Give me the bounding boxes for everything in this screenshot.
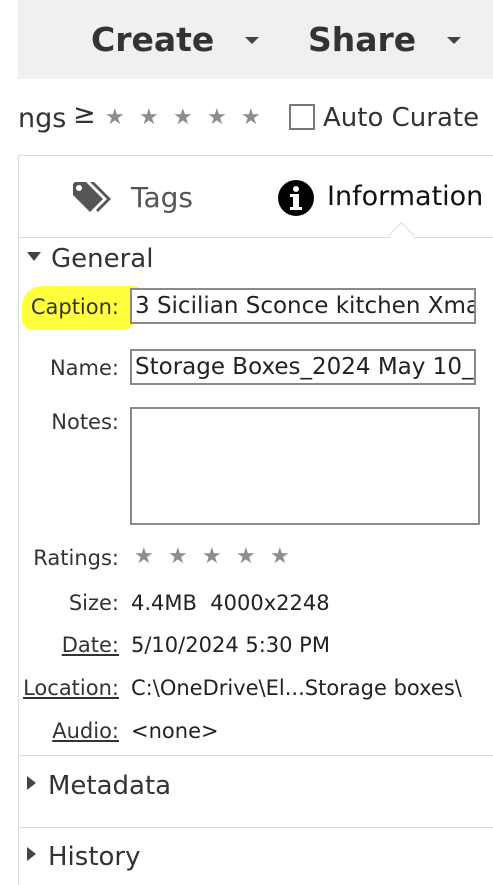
section-metadata-title: Metadata — [48, 771, 172, 801]
section-metadata-header[interactable]: Metadata — [27, 771, 171, 801]
active-tab-indicator — [388, 222, 415, 249]
top-toolbar: Create Share — [18, 0, 493, 80]
filter-star-3-icon[interactable]: ★ — [173, 107, 193, 129]
section-general-header[interactable]: General — [27, 244, 153, 274]
size-label: Size: — [68, 591, 119, 615]
info-icon — [278, 180, 314, 216]
auto-curate-checkbox[interactable] — [289, 104, 315, 130]
notes-field[interactable] — [130, 407, 480, 525]
ratings-label: Ratings: — [33, 546, 119, 570]
audio-link[interactable]: Audio: — [52, 719, 119, 743]
create-dropdown-chevron-down-icon[interactable] — [245, 37, 259, 44]
section-history-title: History — [48, 842, 141, 872]
create-button[interactable]: Create — [91, 20, 214, 59]
expand-right-icon — [27, 846, 36, 861]
auto-curate-label[interactable]: Auto Curate — [323, 103, 479, 133]
section-divider — [19, 755, 493, 756]
name-field[interactable]: Storage Boxes_2024 May 10_ — [130, 349, 476, 385]
rating-star-1-icon[interactable]: ★ — [134, 546, 154, 568]
tab-information-label: Information — [327, 181, 484, 212]
date-value: 5/10/2024 5:30 PM — [131, 633, 330, 657]
rating-star-4-icon[interactable]: ★ — [236, 546, 256, 568]
section-divider — [19, 827, 493, 828]
filter-star-1-icon[interactable]: ★ — [105, 107, 125, 129]
ratings-filter-label: ngs — [18, 103, 67, 134]
filter-star-5-icon[interactable]: ★ — [241, 107, 261, 129]
date-link[interactable]: Date: — [62, 633, 119, 657]
name-label: Name: — [49, 356, 119, 380]
tab-divider — [19, 237, 493, 238]
filter-star-4-icon[interactable]: ★ — [207, 107, 227, 129]
rating-star-2-icon[interactable]: ★ — [168, 546, 188, 568]
info-panel: Tags Information General Caption: 3 Sici… — [18, 155, 493, 885]
tab-tags-label: Tags — [131, 181, 193, 214]
filter-row: ngs ≥ ★ ★ ★ ★ ★ Auto Curate — [18, 79, 493, 157]
caption-label: Caption: — [30, 295, 119, 319]
tags-icon — [73, 182, 111, 212]
expand-right-icon — [27, 775, 36, 790]
filter-star-2-icon[interactable]: ★ — [139, 107, 159, 129]
location-value: C:\OneDrive\El...Storage boxes\ — [131, 676, 462, 700]
size-value: 4.4MB 4000x2248 — [131, 591, 330, 615]
greater-equal-symbol[interactable]: ≥ — [73, 99, 96, 130]
audio-value: <none> — [131, 719, 219, 743]
location-link[interactable]: Location: — [23, 676, 119, 700]
share-dropdown-chevron-down-icon[interactable] — [447, 37, 461, 44]
section-general-title: General — [51, 244, 154, 274]
notes-label: Notes: — [51, 410, 119, 434]
share-button[interactable]: Share — [308, 20, 416, 59]
expand-down-icon — [27, 252, 41, 261]
section-history-header[interactable]: History — [27, 842, 141, 872]
rating-star-3-icon[interactable]: ★ — [202, 546, 222, 568]
rating-star-5-icon[interactable]: ★ — [270, 546, 290, 568]
caption-field[interactable]: 3 Sicilian Sconce kitchen Xma — [130, 288, 476, 324]
